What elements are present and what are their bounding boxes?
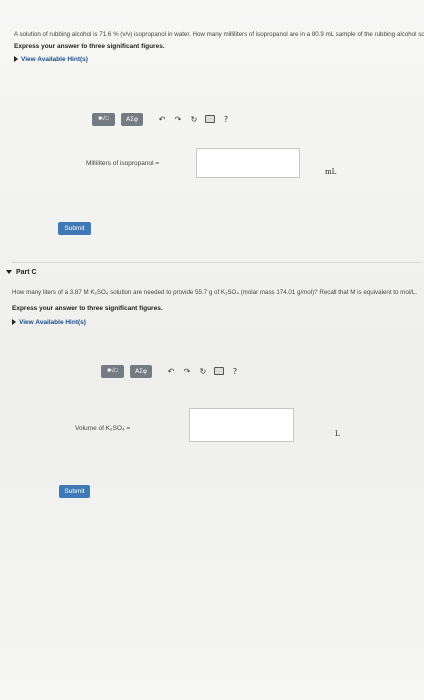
- part-c-hints-link[interactable]: View Available Hint(s): [12, 319, 86, 327]
- part-b-question: A solution of rubbing alcohol is 71.6 % …: [14, 31, 424, 38]
- part-b-hints-link[interactable]: View Available Hint(s): [14, 56, 88, 64]
- part-b-unit: mL: [325, 168, 337, 176]
- part-c-answer-input[interactable]: [189, 408, 294, 442]
- part-b-input-label: Milliliters of isopropanol =: [86, 160, 160, 167]
- help-button[interactable]: ?: [221, 114, 231, 124]
- section-divider: [12, 262, 422, 263]
- part-b-answer-input[interactable]: [196, 148, 300, 178]
- undo-icon[interactable]: ↶: [157, 114, 167, 124]
- part-b-submit-button[interactable]: Submit: [58, 222, 91, 235]
- expand-arrow-icon: [14, 56, 18, 63]
- templates-button[interactable]: ■√□: [92, 112, 115, 126]
- expand-arrow-icon: [12, 319, 16, 326]
- help-button[interactable]: ?: [230, 366, 240, 376]
- templates-button[interactable]: ■√□: [101, 364, 124, 378]
- part-c-title: Part C: [16, 269, 37, 276]
- part-c-submit-button[interactable]: Submit: [59, 485, 90, 498]
- part-c-hints-label: View Available Hint(s): [19, 319, 86, 326]
- reset-icon[interactable]: ↻: [198, 366, 208, 376]
- collapse-arrow-icon[interactable]: [6, 270, 12, 274]
- part-c-toolbar: ■√□ ΑΣφ ↶ ↷ ↻ ?: [101, 364, 240, 378]
- redo-icon[interactable]: ↷: [173, 114, 183, 124]
- part-c-unit: L: [335, 430, 340, 438]
- part-b-toolbar: ■√□ ΑΣφ ↶ ↷ ↻ ?: [92, 112, 231, 126]
- keyboard-icon[interactable]: [214, 366, 224, 376]
- keyboard-icon[interactable]: [205, 114, 215, 124]
- part-b-hints-label: View Available Hint(s): [21, 56, 88, 63]
- greek-symbols-button[interactable]: ΑΣφ: [130, 364, 152, 378]
- part-c-question: How many liters of a 3.87 M K₂SO₄ soluti…: [12, 289, 418, 296]
- question-page: A solution of rubbing alcohol is 71.6 % …: [0, 0, 424, 700]
- part-c-instruction: Express your answer to three significant…: [12, 305, 163, 312]
- redo-icon[interactable]: ↷: [182, 366, 192, 376]
- undo-icon[interactable]: ↶: [166, 366, 176, 376]
- reset-icon[interactable]: ↻: [189, 114, 199, 124]
- part-b-instruction: Express your answer to three significant…: [14, 43, 165, 50]
- greek-symbols-button[interactable]: ΑΣφ: [121, 112, 143, 126]
- part-c-input-label: Volume of K₂SO₄ =: [75, 425, 131, 432]
